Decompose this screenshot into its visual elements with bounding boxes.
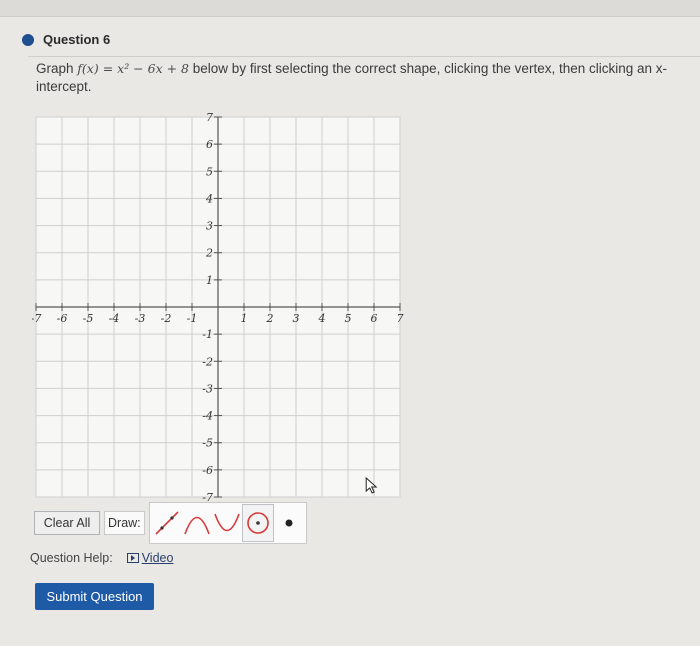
x-tick-label: 3 [293,312,300,325]
question-status-dot-icon [22,33,34,46]
function-expression: f(x) = x² − 6x + 8 [77,61,190,76]
x-tick-label: -1 [187,312,198,325]
coordinate-graph[interactable]: -7 -6 -5 -4 -3 -2 -1 1 2 3 4 5 6 7 7 6 5 4 3 2 1 -1 -2 -3 -4 -5 -6… [32,113,404,501]
y-tick-label: -5 [202,437,213,450]
x-tick-label: 2 [266,312,274,325]
point-icon [285,519,293,527]
draw-label: Draw: [104,511,145,535]
y-tick-label: -1 [202,328,213,341]
y-tick-label: -2 [202,355,213,368]
line-tool-button[interactable] [152,505,182,541]
video-icon [126,553,139,563]
parabola-up-icon [213,513,240,532]
y-tick-label: -3 [202,382,213,395]
top-band [0,0,700,17]
x-tick-label: -5 [83,312,94,325]
prompt-prefix: Graph [36,61,74,76]
x-tick-label: -2 [161,312,172,325]
y-tick-label: -7 [202,491,213,501]
clear-all-button[interactable]: Clear All [34,511,100,535]
y-tick-label: 7 [206,113,213,124]
parabola-down-tool-button[interactable] [182,505,212,541]
y-tick-label: 4 [205,192,213,205]
point-tool-button[interactable] [274,505,304,541]
y-tick-label: 2 [205,247,213,260]
y-tick-label: 3 [206,220,213,233]
y-tick-label: 5 [206,165,213,178]
x-tick-label: -4 [109,312,120,325]
video-link-label: Video [141,551,174,565]
question-prompt: Graph f(x) = x² − 6x + 8 below by first … [36,60,696,96]
question-help-label: Question Help: [30,551,113,565]
y-tick-label: 1 [206,274,213,287]
circle-tool-button[interactable] [241,504,274,542]
x-tick-label: 1 [241,312,248,325]
x-tick-label: 6 [371,312,378,325]
x-tick-label: 5 [345,312,352,325]
x-tick-label: -6 [57,312,68,325]
draw-tools [148,502,307,544]
x-tick-label: 4 [318,312,326,325]
line-tool-icon [155,511,179,535]
question-header: Question 6 [22,32,110,47]
x-tick-label: -7 [32,312,41,325]
y-tick-label: -4 [202,410,213,423]
parabola-down-icon [183,516,210,535]
circle-icon [246,512,269,534]
x-tick-label: 7 [397,312,404,325]
x-tick-label: -3 [135,312,146,325]
submit-question-button[interactable]: Submit Question [35,583,154,610]
y-tick-label: 6 [206,138,213,151]
parabola-up-tool-button[interactable] [212,505,242,541]
header-divider [28,56,700,57]
video-link[interactable]: Video [126,551,174,565]
question-help: Question Help: Video [30,551,173,565]
question-title: Question 6 [43,32,111,47]
y-tick-label: -6 [202,464,213,477]
graph-toolbar: Clear All Draw: [34,502,307,544]
